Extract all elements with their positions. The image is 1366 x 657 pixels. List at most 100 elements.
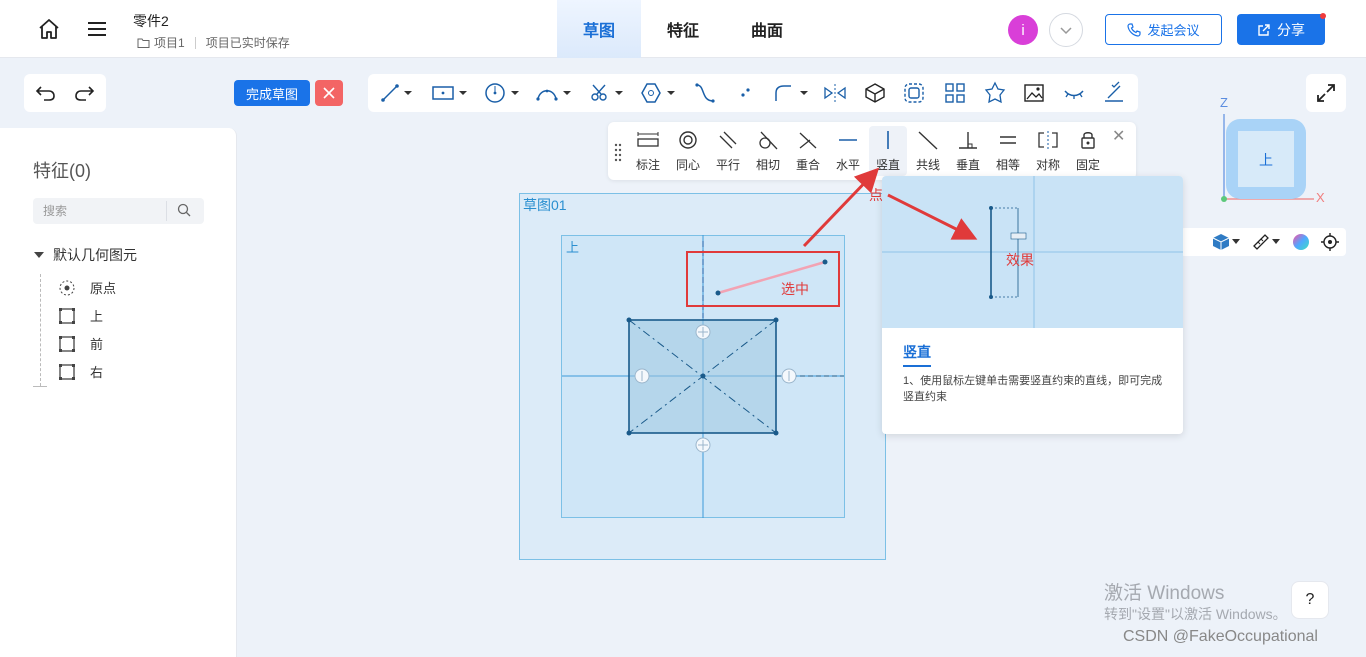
constraint-label: 垂直: [955, 158, 980, 172]
fillet-tool-icon[interactable]: [770, 81, 796, 105]
share-button[interactable]: 分享: [1237, 14, 1325, 45]
polygon-tool-icon[interactable]: [638, 81, 664, 105]
constraint-label: 相切: [755, 158, 780, 172]
axis-z-label: Z: [1220, 95, 1228, 110]
perpendicular-icon: [957, 126, 979, 154]
constraint-label: 固定: [1075, 158, 1100, 172]
share-label: 分享: [1277, 21, 1305, 38]
cancel-sketch-button[interactable]: [315, 80, 343, 106]
constraint-vertical[interactable]: 竖直: [869, 126, 907, 176]
center-point[interactable]: [700, 373, 706, 379]
constraint-concentric[interactable]: 同心: [669, 126, 707, 176]
tree-item-origin[interactable]: 原点: [58, 278, 116, 297]
chevron-down-icon[interactable]: [456, 81, 470, 105]
circle-tool-icon[interactable]: [482, 81, 508, 105]
constraint-fix[interactable]: 固定: [1069, 126, 1107, 176]
vertex-point[interactable]: [773, 430, 779, 436]
rectangle-tool-icon[interactable]: [430, 81, 456, 105]
constraint-label: 同心: [675, 158, 700, 172]
tree-root-label: 默认几何图元: [53, 247, 137, 263]
tab-surface[interactable]: 曲面: [725, 0, 809, 58]
divider: [166, 201, 167, 221]
axis-x-label: X: [1316, 190, 1325, 205]
tree-item-top[interactable]: 上: [58, 306, 103, 325]
plane-icon: [59, 335, 75, 352]
point-tool-icon[interactable]: [732, 81, 758, 105]
start-meeting-button[interactable]: 发起会议: [1105, 14, 1222, 45]
search-input[interactable]: [43, 198, 163, 224]
constraint-label: 重合: [795, 158, 820, 172]
constraint-dimension[interactable]: 标注: [629, 126, 667, 176]
chevron-down-icon[interactable]: [1270, 230, 1282, 254]
tree-guide: [40, 274, 41, 386]
hide-icon[interactable]: [1061, 81, 1087, 105]
help-button[interactable]: ?: [1291, 581, 1329, 619]
close-icon[interactable]: ✕: [1112, 126, 1125, 146]
drag-handle-icon[interactable]: [614, 142, 622, 162]
vertex-point[interactable]: [773, 317, 779, 323]
plane-icon: [59, 363, 75, 380]
image-tool-icon[interactable]: [1021, 81, 1047, 105]
fix-icon: [1078, 126, 1098, 154]
menu-icon[interactable]: [84, 16, 110, 42]
chevron-down-icon[interactable]: [1230, 230, 1242, 254]
plane-icon: [59, 307, 75, 324]
annotation-effect: 效果: [1006, 252, 1034, 268]
meeting-label: 发起会议: [1147, 23, 1200, 38]
share-icon: [1258, 23, 1270, 36]
activation-watermark: 激活 Windows: [1104, 583, 1225, 604]
chevron-down-icon[interactable]: [797, 81, 811, 105]
vertex-point[interactable]: [626, 430, 632, 436]
tree-item-label: 右: [90, 365, 104, 380]
color-icon[interactable]: [1288, 230, 1314, 254]
redo-icon[interactable]: [71, 81, 97, 105]
pattern-tool-icon[interactable]: [942, 81, 968, 105]
sketch-geometry[interactable]: [519, 193, 886, 560]
chevron-down-icon[interactable]: [560, 81, 574, 105]
search-icon[interactable]: [177, 203, 191, 222]
constraint-symmetric[interactable]: 对称: [1029, 126, 1067, 176]
constraint-parallel[interactable]: 平行: [709, 126, 747, 176]
constraint-tool-icon[interactable]: [1101, 81, 1127, 105]
constraint-equal[interactable]: 相等: [989, 126, 1027, 176]
annotation-selected: 选中: [781, 281, 809, 297]
tooltip-description: 1、使用鼠标左键单击需要竖直约束的直线，即可完成竖直约束: [903, 375, 1163, 403]
chevron-down-icon[interactable]: [508, 81, 522, 105]
constraint-label: 竖直: [875, 158, 900, 172]
trim-tool-icon[interactable]: [586, 81, 612, 105]
constraint-label: 水平: [835, 158, 860, 172]
constraint-collinear[interactable]: 共线: [909, 126, 947, 176]
feature-search: [33, 198, 204, 224]
constraint-tangent[interactable]: 相切: [749, 126, 787, 176]
mirror-tool-icon[interactable]: [822, 81, 848, 105]
target-icon[interactable]: [1317, 230, 1343, 254]
constraint-label: 平行: [715, 158, 740, 172]
project-tool-icon[interactable]: [982, 81, 1008, 105]
offset-tool-icon[interactable]: [901, 81, 927, 105]
mode-tabs: 草图 特征 曲面: [557, 0, 809, 58]
avatar[interactable]: i: [1008, 15, 1038, 45]
cube-tool-icon[interactable]: [862, 81, 888, 105]
finish-sketch-button[interactable]: 完成草图: [234, 80, 310, 106]
tree-item-label: 前: [90, 337, 104, 352]
constraint-perpendicular[interactable]: 垂直: [949, 126, 987, 176]
tree-item-front[interactable]: 前: [58, 334, 103, 353]
tooltip-card: 竖直 1、使用鼠标左键单击需要竖直约束的直线，即可完成竖直约束: [882, 176, 1183, 434]
spline-tool-icon[interactable]: [692, 81, 718, 105]
project-name[interactable]: 项目1: [154, 34, 185, 51]
chevron-down-icon[interactable]: [664, 81, 678, 105]
vertex-point[interactable]: [626, 317, 632, 323]
chevron-down-icon[interactable]: [1049, 13, 1083, 47]
undo-icon[interactable]: [33, 81, 59, 105]
tree-item-right[interactable]: 右: [58, 362, 103, 381]
constraint-horizontal[interactable]: 水平: [829, 126, 867, 176]
constraint-coincident[interactable]: 重合: [789, 126, 827, 176]
chevron-down-icon[interactable]: [401, 81, 415, 105]
save-status: 项目已实时保存: [205, 36, 290, 50]
tree-root[interactable]: 默认几何图元: [33, 245, 137, 265]
arc-tool-icon[interactable]: [534, 81, 560, 105]
home-icon[interactable]: [36, 16, 62, 42]
tab-sketch[interactable]: 草图: [557, 0, 641, 58]
chevron-down-icon[interactable]: [612, 81, 626, 105]
tab-feature[interactable]: 特征: [641, 0, 725, 58]
